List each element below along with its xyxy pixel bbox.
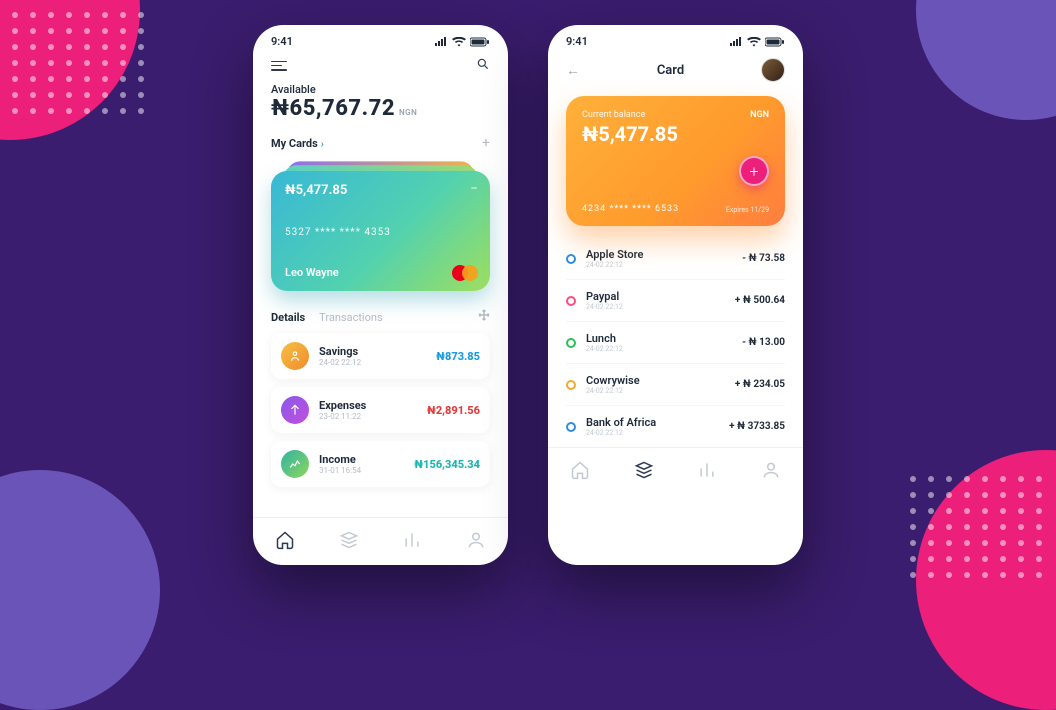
- transaction-amount: - ₦ 13.00: [742, 337, 785, 348]
- transaction-row[interactable]: Lunch24-02 22:12- ₦ 13.00: [566, 322, 785, 364]
- transaction-row[interactable]: Apple Store24-02 22:12- ₦ 73.58: [566, 238, 785, 280]
- category-ring-icon: [566, 422, 576, 432]
- status-time: 9:41: [566, 35, 588, 48]
- phone-home: 9:41 Available ₦65,767.72 NGN My Cards› …: [253, 25, 508, 565]
- back-button[interactable]: ←: [566, 62, 580, 79]
- income-icon: [281, 450, 309, 478]
- category-ring-icon: [566, 296, 576, 306]
- nav-cards[interactable]: [339, 530, 359, 554]
- expenses-icon: [281, 396, 309, 424]
- nav-profile[interactable]: [466, 530, 486, 554]
- detail-name: Income: [319, 453, 404, 466]
- category-ring-icon: [566, 338, 576, 348]
- transaction-date: 24-02 22:12: [586, 303, 735, 311]
- detail-amount: ₦156,345.34: [414, 458, 480, 471]
- signal-icon: [729, 37, 743, 47]
- status-bar: 9:41: [253, 25, 508, 52]
- detail-date: 24-02 22:12: [319, 358, 426, 367]
- mastercard-icon: [452, 265, 478, 281]
- status-icons: [434, 37, 490, 47]
- card-balance-value: ₦5,477.85: [582, 122, 769, 146]
- available-label: Available: [271, 83, 490, 96]
- status-time: 9:41: [271, 35, 293, 48]
- detail-row[interactable]: Expenses23-02 11:22 ₦2,891.56: [271, 387, 490, 433]
- nav-stats[interactable]: [402, 530, 422, 554]
- savings-icon: [281, 342, 309, 370]
- page-title: Card: [657, 63, 684, 78]
- category-ring-icon: [566, 254, 576, 264]
- transaction-date: 24-02 22:12: [586, 429, 729, 437]
- nav-home[interactable]: [570, 460, 590, 484]
- transaction-amount: + ₦ 500.64: [735, 295, 785, 306]
- balance-card[interactable]: Current balance ₦5,477.85 NGN 4234 **** …: [566, 96, 785, 226]
- card-expiry: Expires 11/29: [726, 206, 769, 214]
- card-number: 4234 **** **** 6533: [582, 204, 679, 214]
- transaction-name: Cowrywise: [586, 374, 735, 387]
- card-number: 5327 **** **** 4353: [285, 227, 476, 238]
- add-button[interactable]: +: [739, 156, 769, 186]
- available-balance: ₦65,767.72 NGN: [271, 96, 490, 121]
- status-icons: [729, 37, 785, 47]
- nav-profile[interactable]: [761, 460, 781, 484]
- detail-date: 31-01 16:54: [319, 466, 404, 475]
- detail-amount: ₦2,891.56: [427, 404, 480, 417]
- transaction-name: Lunch: [586, 332, 742, 345]
- primary-card[interactable]: ₦5,477.85 5327 **** **** 4353 Leo Wayne …: [271, 171, 490, 291]
- my-cards-label[interactable]: My Cards›: [271, 137, 324, 150]
- card-collapse-icon[interactable]: −: [470, 181, 478, 197]
- detail-date: 23-02 11:22: [319, 412, 417, 421]
- add-card-button[interactable]: +: [482, 135, 490, 151]
- bottom-nav: [253, 517, 508, 565]
- search-icon[interactable]: [476, 56, 490, 75]
- decor-dots: [910, 476, 1044, 578]
- transaction-amount: - ₦ 73.58: [742, 253, 785, 264]
- detail-row[interactable]: Savings24-02 22:12 ₦873.85: [271, 333, 490, 379]
- tab-transactions[interactable]: Transactions: [319, 311, 382, 324]
- transaction-amount: + ₦ 234.05: [735, 379, 785, 390]
- transaction-row[interactable]: Bank of Africa24-02 22:12+ ₦ 3733.85: [566, 406, 785, 447]
- transaction-row[interactable]: Paypal24-02 22:12+ ₦ 500.64: [566, 280, 785, 322]
- transaction-name: Bank of Africa: [586, 416, 729, 429]
- nav-cards[interactable]: [634, 460, 654, 484]
- transaction-date: 24-02 22:12: [586, 345, 742, 353]
- wifi-icon: [747, 37, 761, 47]
- transaction-amount: + ₦ 3733.85: [729, 421, 785, 432]
- detail-row[interactable]: Income31-01 16:54 ₦156,345.34: [271, 441, 490, 487]
- detail-name: Savings: [319, 345, 426, 358]
- battery-icon: [470, 37, 490, 47]
- transaction-date: 24-02 22:12: [586, 387, 735, 395]
- card-currency: NGN: [750, 110, 769, 120]
- category-ring-icon: [566, 380, 576, 390]
- tab-details[interactable]: Details: [271, 311, 305, 324]
- transaction-row[interactable]: Cowrywise24-02 22:12+ ₦ 234.05: [566, 364, 785, 406]
- phone-card-detail: 9:41 ← Card Current balance ₦5,477.85 NG…: [548, 25, 803, 565]
- chevron-right-icon: ›: [321, 139, 324, 150]
- card-balance: ₦5,477.85: [285, 183, 476, 198]
- detail-amount: ₦873.85: [436, 350, 480, 363]
- signal-icon: [434, 37, 448, 47]
- detail-name: Expenses: [319, 399, 417, 412]
- card-holder: Leo Wayne: [285, 266, 476, 279]
- decor-blob: [916, 0, 1056, 120]
- rearrange-icon[interactable]: [478, 309, 490, 325]
- bottom-nav: [548, 447, 803, 495]
- battery-icon: [765, 37, 785, 47]
- balance-value: ₦65,767.72: [271, 96, 395, 121]
- nav-home[interactable]: [275, 530, 295, 554]
- card-stack[interactable]: ₦5,477.85 5327 **** **** 4353 Leo Wayne …: [271, 157, 490, 289]
- status-bar: 9:41: [548, 25, 803, 52]
- avatar[interactable]: [761, 58, 785, 82]
- transaction-date: 24-02 22:12: [586, 261, 742, 269]
- decor-dots: [12, 12, 146, 114]
- balance-currency: NGN: [399, 108, 417, 117]
- card-balance-label: Current balance: [582, 110, 769, 120]
- nav-stats[interactable]: [697, 460, 717, 484]
- menu-icon[interactable]: [271, 61, 287, 71]
- transaction-name: Apple Store: [586, 248, 742, 261]
- wifi-icon: [452, 37, 466, 47]
- decor-blob: [0, 470, 160, 710]
- transaction-name: Paypal: [586, 290, 735, 303]
